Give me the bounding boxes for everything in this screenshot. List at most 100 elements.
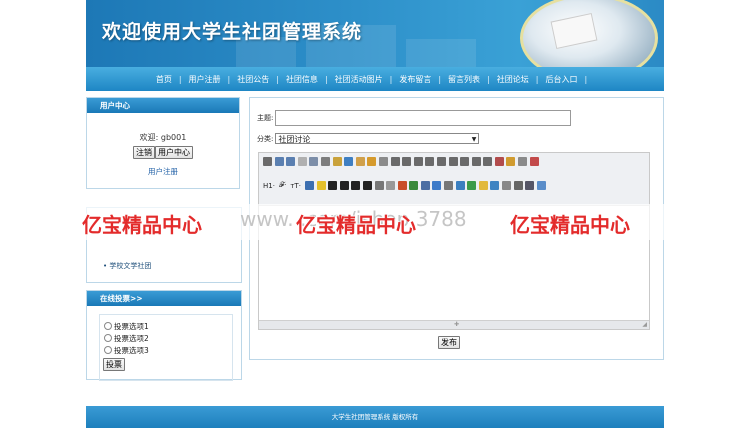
- paste-icon[interactable]: [355, 157, 365, 166]
- category-select[interactable]: 社团讨论 ▼: [275, 133, 480, 144]
- media-icon[interactable]: [432, 181, 442, 190]
- club-list-item[interactable]: • 学校文学社团: [103, 261, 151, 271]
- category-label: 分类:: [257, 134, 274, 143]
- nav-item[interactable]: 首页 |: [156, 74, 189, 85]
- nav-separator: |: [487, 74, 490, 84]
- nav-item[interactable]: 后台入口 |: [545, 74, 594, 85]
- nav-item[interactable]: 社团公告 |: [237, 74, 286, 85]
- vote-heading: 在线投票>>: [87, 291, 241, 306]
- nav-item-label: 社团信息: [285, 74, 318, 84]
- align-right-icon[interactable]: [413, 157, 423, 166]
- unlink-icon[interactable]: [536, 181, 546, 190]
- user-center-box: 用户中心 欢迎: gb001 注销 用户中心 用户注册: [86, 97, 240, 189]
- file-icon[interactable]: [444, 181, 454, 190]
- font-color-icon[interactable]: [304, 181, 314, 190]
- nav-separator: |: [389, 74, 393, 84]
- template-icon[interactable]: [320, 157, 330, 166]
- multi-image-icon[interactable]: [409, 181, 419, 190]
- logout-button[interactable]: 注销: [133, 146, 155, 159]
- redo-icon[interactable]: [286, 157, 296, 166]
- nav-item[interactable]: 发布留言 |: [399, 74, 448, 85]
- align-justify-icon[interactable]: [425, 157, 435, 166]
- image-icon[interactable]: [397, 181, 407, 190]
- superscript-icon[interactable]: [494, 157, 504, 166]
- paste-word-icon[interactable]: [378, 157, 388, 166]
- editor-resize-bar[interactable]: ✚ ◢: [259, 320, 649, 329]
- flash-icon[interactable]: [420, 181, 430, 190]
- indent-icon[interactable]: [460, 157, 470, 166]
- anchor-icon[interactable]: [513, 181, 523, 190]
- ordered-list-icon[interactable]: [436, 157, 446, 166]
- align-left-icon[interactable]: [390, 157, 400, 166]
- map-icon[interactable]: [490, 181, 500, 190]
- nav-item[interactable]: 社团论坛 |: [497, 74, 546, 85]
- user-center-button[interactable]: 用户中心: [155, 146, 193, 159]
- highlight-icon[interactable]: [316, 181, 326, 190]
- print-icon[interactable]: [309, 157, 319, 166]
- fullscreen-icon[interactable]: [529, 157, 539, 166]
- footer: 大学生社团管理系统 版权所有: [86, 406, 664, 428]
- nav-item[interactable]: 社团活动图片 |: [335, 74, 400, 85]
- emoticon-icon[interactable]: [478, 181, 488, 190]
- nav-separator: |: [276, 74, 279, 84]
- cut-icon[interactable]: [332, 157, 342, 166]
- line-height-icon[interactable]: [374, 181, 384, 190]
- clear-format-icon[interactable]: [506, 157, 516, 166]
- outdent-icon[interactable]: [471, 157, 481, 166]
- nav-item[interactable]: 用户注册 |: [189, 74, 238, 85]
- vote-button[interactable]: 投票: [103, 358, 125, 371]
- subject-input[interactable]: [275, 110, 572, 126]
- remove-format-icon[interactable]: [386, 181, 396, 190]
- subject-label: 主题:: [257, 114, 274, 122]
- source-icon[interactable]: [263, 157, 272, 166]
- radio-icon[interactable]: [104, 346, 112, 354]
- align-center-icon[interactable]: [402, 157, 412, 166]
- underline-icon[interactable]: [351, 181, 361, 190]
- publish-button[interactable]: 发布: [438, 336, 460, 349]
- vote-option-3[interactable]: 投票选项3: [104, 344, 232, 356]
- category-select-value: 社团讨论: [278, 135, 311, 144]
- font-family-dropdown[interactable]: 𝓕·: [279, 181, 286, 190]
- vote-option-3-label: 投票选项3: [114, 345, 149, 355]
- subscript-icon[interactable]: [483, 157, 493, 166]
- welcome-text: 欢迎: gb001: [139, 133, 187, 142]
- nav-separator: |: [438, 74, 442, 84]
- preview-icon[interactable]: [297, 157, 307, 166]
- bold-icon[interactable]: [328, 181, 338, 190]
- main-nav: 首页 | 用户注册 | 社团公告 | 社团信息 | 社团活动图片 | 发布留言 | 留言列表 | 社团论坛 |…: [86, 67, 664, 91]
- nav-item-label: 社团论坛: [496, 74, 529, 84]
- resize-handle-icon[interactable]: ◢: [642, 321, 647, 328]
- nav-separator: |: [227, 74, 231, 84]
- paste-text-icon[interactable]: [367, 157, 377, 166]
- undo-icon[interactable]: [274, 157, 284, 166]
- watermark-text-1: 亿宝精品中心: [82, 213, 202, 237]
- italic-icon[interactable]: [339, 181, 349, 190]
- left-sidebar: 用户中心 欢迎: gb001 注销 用户中心 用户注册 • 学校文学社团 在线投票…: [86, 97, 242, 381]
- hr-icon[interactable]: [467, 181, 477, 190]
- vote-option-2[interactable]: 投票选项2: [104, 332, 232, 344]
- nav-item[interactable]: 留言列表 |: [448, 74, 497, 85]
- page-break-icon[interactable]: [502, 181, 512, 190]
- watermark-text-3: 亿宝精品中心: [510, 213, 630, 237]
- table-icon[interactable]: [455, 181, 465, 190]
- unordered-list-icon[interactable]: [448, 157, 458, 166]
- vote-option-1[interactable]: 投票选项1: [104, 320, 232, 332]
- rich-text-editor[interactable]: H1· 𝓕· тT· ✚ ◢: [258, 152, 650, 330]
- font-size-dropdown[interactable]: тT·: [290, 182, 301, 190]
- register-link[interactable]: 用户注册: [87, 166, 239, 177]
- nav-item-label: 留言列表: [448, 74, 481, 84]
- editor-toolbar: H1· 𝓕· тT·: [259, 153, 649, 206]
- heading-dropdown[interactable]: H1·: [263, 182, 275, 190]
- select-all-icon[interactable]: [518, 157, 528, 166]
- nav-separator: |: [324, 74, 328, 84]
- header-banner: 欢迎使用大学生社团管理系统: [86, 0, 664, 67]
- link-icon[interactable]: [525, 181, 535, 190]
- copy-icon[interactable]: [344, 157, 354, 166]
- radio-icon[interactable]: [104, 334, 112, 342]
- nav-item[interactable]: 社团信息 |: [286, 74, 335, 85]
- nav-separator: |: [178, 74, 182, 84]
- strikethrough-icon[interactable]: [362, 181, 372, 190]
- vote-option-1-label: 投票选项1: [114, 321, 149, 331]
- site-title: 欢迎使用大学生社团管理系统: [102, 21, 363, 43]
- radio-icon[interactable]: [104, 322, 112, 330]
